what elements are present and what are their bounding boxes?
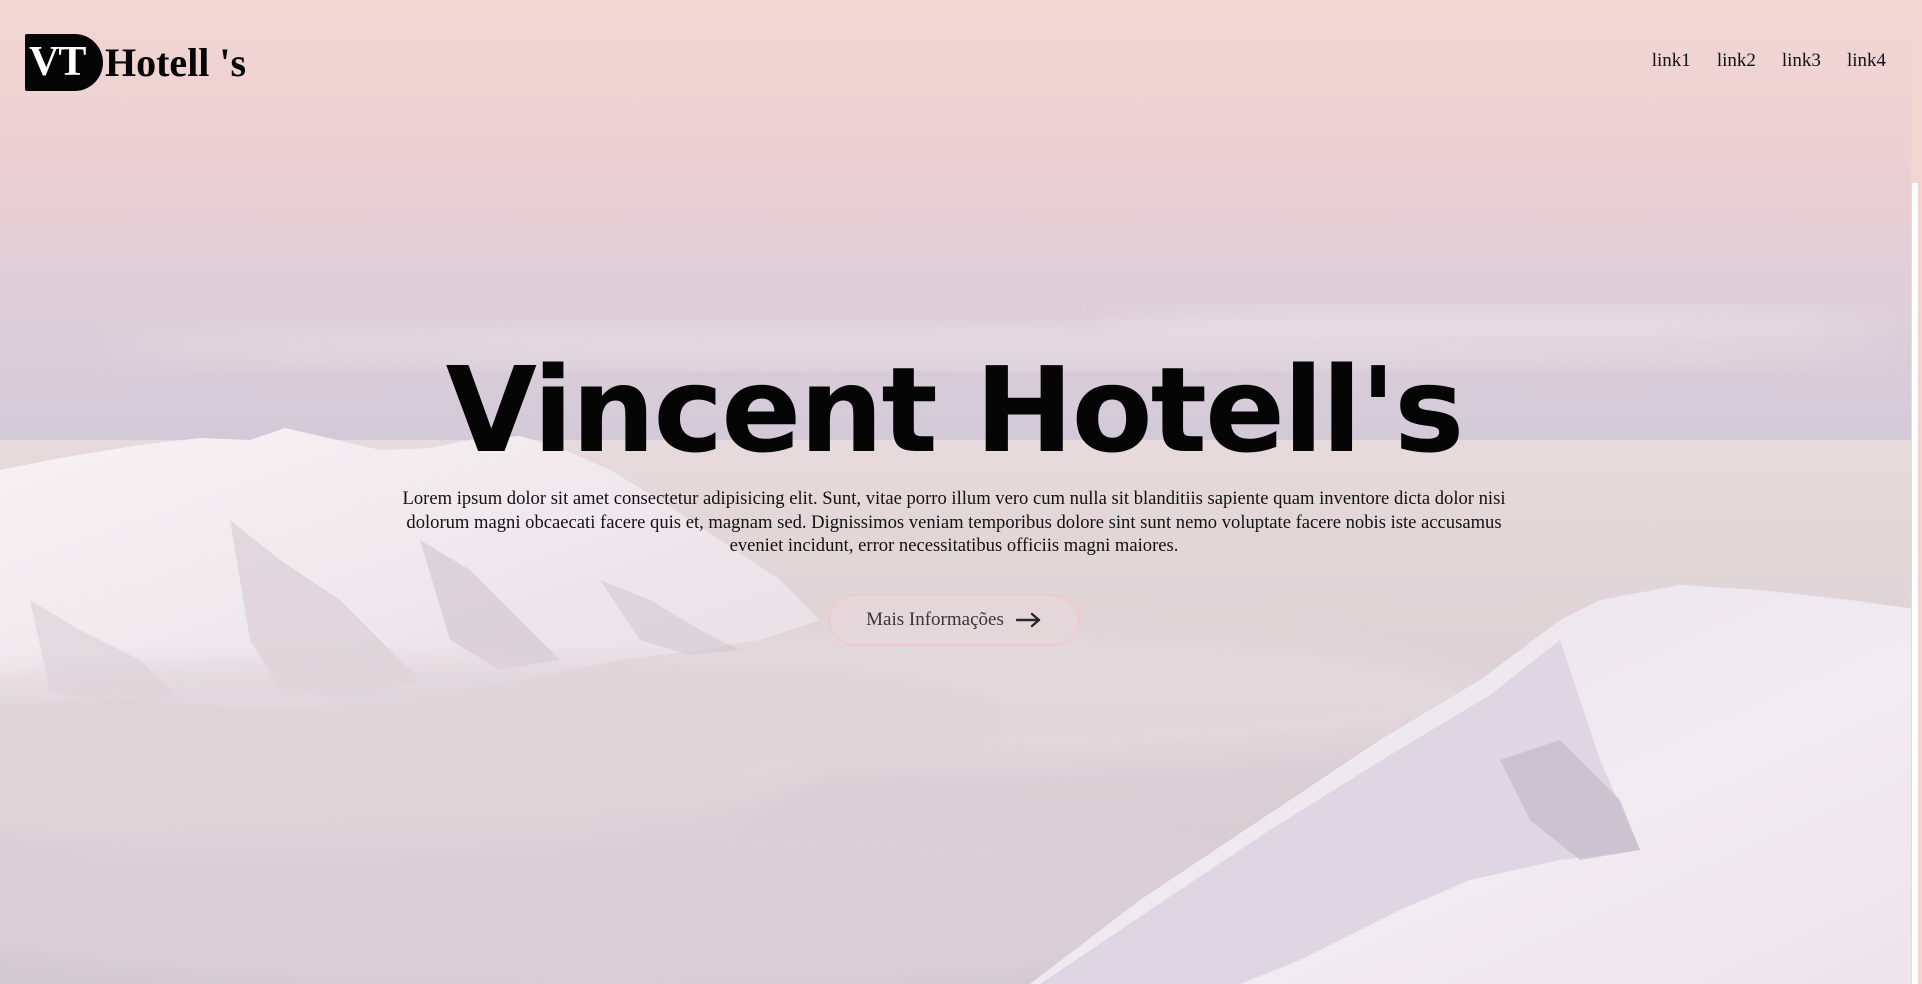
brand-logo[interactable]: VT Hotell 's — [25, 34, 246, 91]
more-info-button[interactable]: Mais Informações — [828, 594, 1080, 646]
arrow-right-icon — [1015, 612, 1042, 628]
more-info-button-label: Mais Informações — [866, 609, 1004, 630]
nav-link-4[interactable]: link4 — [1847, 50, 1886, 72]
nav-link-1[interactable]: link1 — [1652, 50, 1691, 72]
scrollbar-track[interactable] — [1911, 0, 1922, 984]
logo-text: Hotell 's — [105, 40, 247, 85]
main-nav: link1 link2 link3 link4 — [1652, 50, 1886, 72]
hero-title: Vincent Hotell's — [445, 341, 1465, 479]
hero-description: Lorem ipsum dolor sit amet consectetur a… — [402, 488, 1506, 556]
nav-link-3[interactable]: link3 — [1782, 50, 1821, 72]
scrollbar-thumb[interactable] — [1912, 183, 1918, 984]
logo-badge: VT — [25, 34, 103, 91]
nav-link-2[interactable]: link2 — [1717, 50, 1756, 72]
